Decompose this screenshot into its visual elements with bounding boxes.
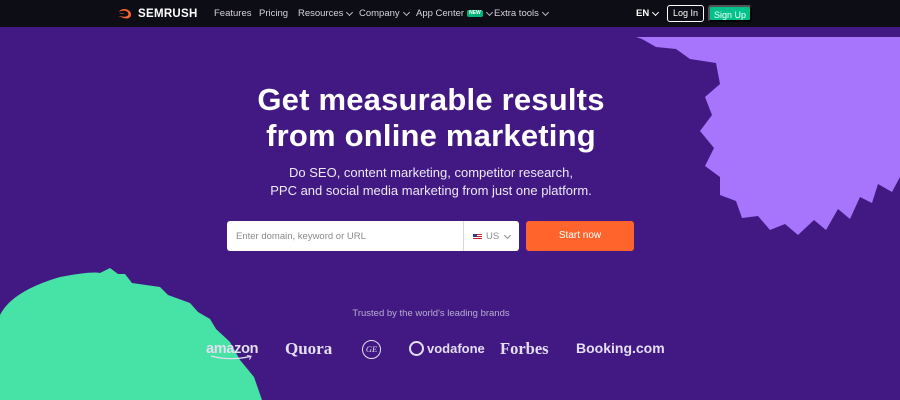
chevron-down-icon [402, 8, 410, 16]
search-divider [463, 221, 464, 251]
search-input[interactable] [227, 221, 463, 251]
ge-logo: GE [362, 340, 381, 359]
flame-icon [118, 9, 131, 19]
trusted-brands-heading: Trusted by the world's leading brands [352, 308, 510, 319]
vodafone-logo: vodafone [409, 341, 485, 356]
forbes-logo: Forbes [500, 339, 549, 358]
country-label: US [486, 231, 500, 242]
nav-menu-label: App Center [416, 8, 465, 19]
chevron-down-icon [652, 8, 660, 16]
nav-menu-label: Company [359, 8, 400, 19]
amazon-logo: amazon [206, 340, 258, 360]
quora-logo: Quora [285, 339, 333, 358]
semrush-logo[interactable]: SEMRUSH [117, 6, 198, 21]
nav-menu-resources[interactable]: Resources [298, 8, 354, 19]
start-now-button[interactable]: Start now [526, 221, 634, 251]
nav-menu-company[interactable]: Company [359, 8, 410, 19]
green-blob-shape [0, 268, 262, 400]
nav-menu-extra-tools[interactable]: Extra tools [494, 8, 549, 19]
hero-subheadline: Do SEO, content marketing, competitor re… [0, 164, 862, 200]
nav-menu-label: Resources [298, 8, 344, 19]
language-label: EN [636, 8, 650, 19]
subhead-line: PPC and social media marketing from just… [270, 183, 592, 198]
login-button[interactable]: Log In [667, 5, 704, 22]
chevron-down-icon [541, 8, 549, 16]
language-selector[interactable]: EN [636, 8, 660, 19]
subhead-line: Do SEO, content marketing, competitor re… [289, 165, 573, 180]
nav-link-pricing[interactable]: Pricing [259, 8, 288, 19]
nav-link-features[interactable]: Features [214, 8, 252, 19]
amazon-smile-icon [210, 355, 252, 360]
headline-line: from online marketing [266, 118, 596, 153]
brand-name: SEMRUSH [138, 7, 198, 20]
chevron-down-icon [504, 231, 512, 239]
new-badge: NEW [467, 10, 483, 17]
signup-button[interactable]: Sign Up [708, 5, 752, 22]
hero-headline: Get measurable results from online marke… [0, 82, 862, 154]
chevron-down-icon [485, 8, 493, 16]
top-navbar: SEMRUSH Features Pricing Resources Compa… [0, 0, 900, 27]
booking-logo: Booking.com [576, 340, 665, 356]
chevron-down-icon [346, 8, 354, 16]
vodafone-icon [409, 341, 424, 356]
us-flag-icon [473, 233, 482, 240]
country-selector[interactable]: US [473, 231, 512, 242]
search-form: US [227, 221, 519, 251]
nav-menu-label: Extra tools [494, 8, 539, 19]
brand-name: vodafone [427, 341, 485, 356]
nav-menu-app-center[interactable]: App Center NEW [416, 8, 493, 19]
headline-line: Get measurable results [257, 82, 605, 117]
